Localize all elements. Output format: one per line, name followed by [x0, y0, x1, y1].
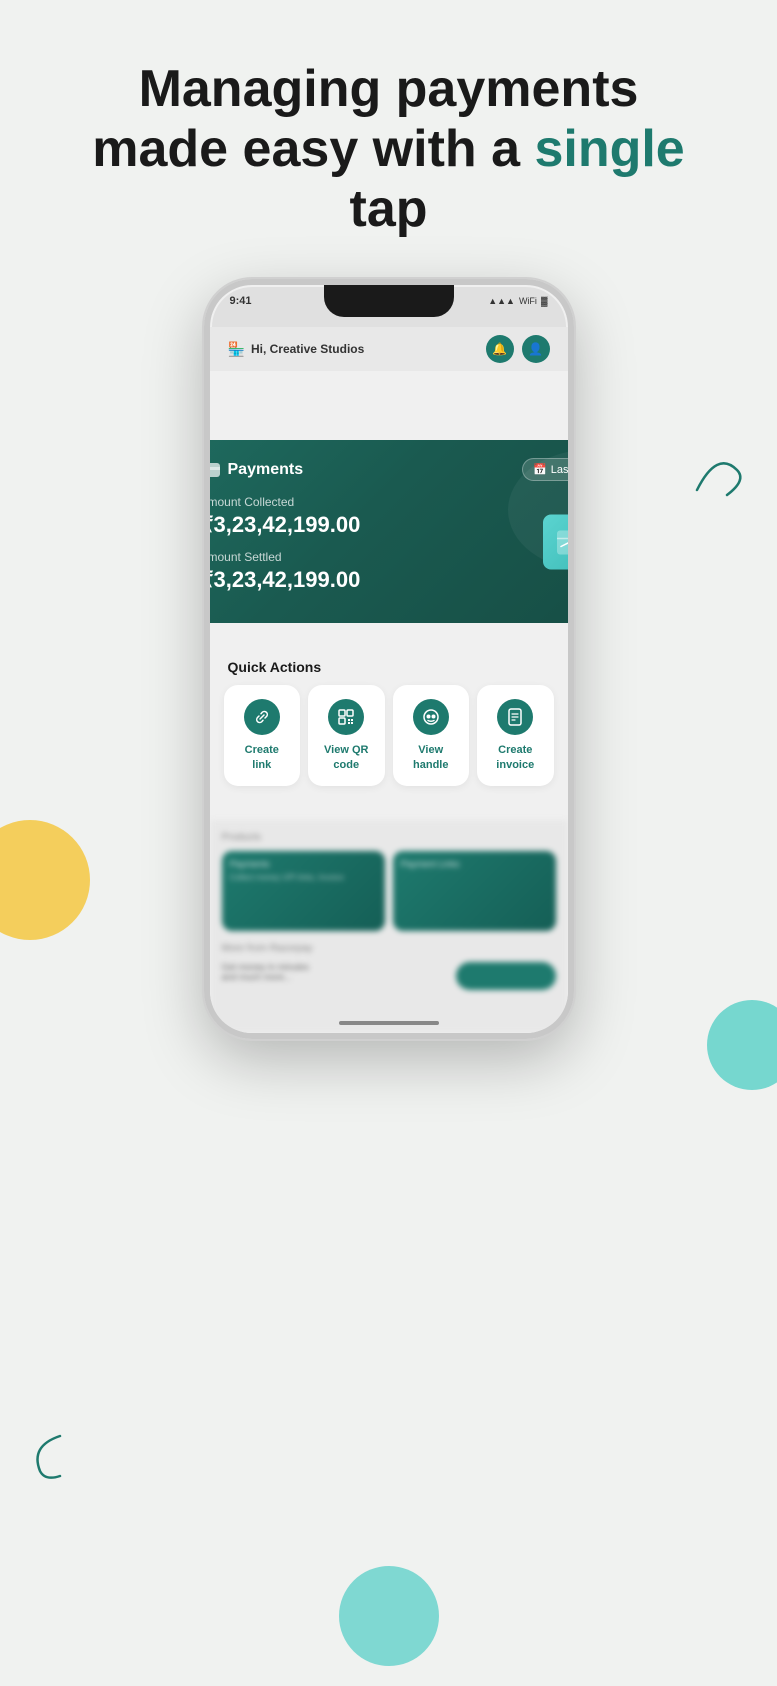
- amount-collected-label: Amount Collected: [210, 495, 568, 509]
- view-handle-icon: [413, 699, 449, 735]
- lower-card-links-label: Payment Links: [401, 859, 548, 869]
- payments-card: Payments 📅 Last 7 days ▾ Amount Collecte…: [210, 440, 568, 623]
- date-filter-button[interactable]: 📅 Last 7 days ▾: [522, 458, 568, 481]
- 3d-box-front: [543, 514, 568, 569]
- create-link-icon: [244, 699, 280, 735]
- lower-cta-button[interactable]: [456, 962, 556, 990]
- phone-frame: 9:41 ▲▲▲ WiFi ▓ 🏪 Hi, Creative Studios 🔔…: [204, 279, 574, 1039]
- battery-icon: ▓: [541, 296, 548, 306]
- quick-actions-grid: Createlink: [210, 685, 568, 800]
- store-icon: 🏪: [228, 341, 245, 358]
- wifi-icon: WiFi: [519, 296, 537, 306]
- create-link-button[interactable]: Createlink: [224, 685, 301, 786]
- quick-actions-title: Quick Actions: [210, 645, 568, 685]
- lower-card-links: Payment Links: [393, 851, 556, 931]
- amount-collected-value: ₹3,23,42,199.00: [210, 512, 568, 538]
- header-icons: 🔔 👤: [486, 335, 550, 363]
- decoration-blob-teal-bottom: [339, 1566, 439, 1666]
- lower-section2-title: More from Razorpay: [222, 943, 556, 954]
- phone-screen: Payments 📅 Last 7 days ▾ Amount Collecte…: [210, 360, 568, 1033]
- lower-tagline-section: Get money in minutes and much more...: [222, 962, 448, 990]
- hero-title: Managing payments made easy with a singl…: [60, 60, 717, 239]
- signal-icon: ▲▲▲: [488, 296, 515, 306]
- notification-icon: 🔔: [492, 342, 507, 356]
- view-qr-label: View QRcode: [324, 743, 368, 772]
- view-handle-button[interactable]: Viewhandle: [393, 685, 470, 786]
- notification-button[interactable]: 🔔: [486, 335, 514, 363]
- lower-card-payments-label: Payments: [230, 859, 377, 869]
- store-name: Hi, Creative Studios: [251, 342, 364, 356]
- create-link-label: Createlink: [245, 743, 279, 772]
- create-invoice-button[interactable]: Createinvoice: [477, 685, 554, 786]
- amount-settled-value: ₹3,23,42,199.00: [210, 567, 568, 593]
- payments-card-icon: [210, 463, 220, 477]
- view-handle-label: Viewhandle: [413, 743, 448, 772]
- card-header: Payments 📅 Last 7 days ▾: [210, 458, 568, 481]
- status-icons: ▲▲▲ WiFi ▓: [488, 296, 547, 306]
- lower-cards-row: Payments Collect money UPI links, Invoic…: [222, 851, 556, 931]
- create-invoice-icon: [497, 699, 533, 735]
- amount-collected-section: Amount Collected ₹3,23,42,199.00: [210, 495, 568, 538]
- amount-settled-label: Amount Settled: [210, 550, 568, 564]
- lower-sub-tagline: and much more...: [222, 972, 448, 982]
- view-qr-icon: [328, 699, 364, 735]
- create-invoice-label: Createinvoice: [496, 743, 534, 772]
- view-qr-button[interactable]: View QRcode: [308, 685, 385, 786]
- decoration-curl-bottom-left: [10, 1426, 70, 1486]
- calendar-icon: 📅: [533, 463, 547, 476]
- avatar-button[interactable]: 👤: [522, 335, 550, 363]
- home-indicator: [339, 1021, 439, 1025]
- payments-card-wrapper: Payments 📅 Last 7 days ▾ Amount Collecte…: [210, 440, 568, 623]
- lower-section-title: Products: [222, 832, 556, 843]
- app-header-title: 🏪 Hi, Creative Studios: [228, 341, 365, 358]
- app-header: 🏪 Hi, Creative Studios 🔔 👤: [210, 327, 568, 371]
- card-3d-illustration: [543, 494, 568, 569]
- 3d-box-icon: [543, 494, 568, 569]
- quick-actions-section: Quick Actions Createlink: [210, 645, 568, 800]
- phone-notch: [324, 285, 454, 317]
- lower-card-payments: Payments Collect money UPI links, Invoic…: [222, 851, 385, 931]
- status-time: 9:41: [230, 295, 252, 307]
- lower-row2: Get money in minutes and much more...: [222, 962, 556, 990]
- card-title: Payments: [210, 461, 304, 479]
- phone-mockup-wrapper: 9:41 ▲▲▲ WiFi ▓ 🏪 Hi, Creative Studios 🔔…: [0, 279, 777, 1039]
- lower-blurred-section: Products Payments Collect money UPI link…: [210, 820, 568, 1033]
- lower-card-payments-text: Collect money UPI links, Invoice: [230, 873, 377, 882]
- amount-settled-section: Amount Settled ₹3,23,42,199.00: [210, 550, 568, 593]
- hero-section: Managing payments made easy with a singl…: [0, 0, 777, 269]
- avatar-icon: 👤: [528, 342, 543, 356]
- lower-tagline: Get money in minutes: [222, 962, 448, 972]
